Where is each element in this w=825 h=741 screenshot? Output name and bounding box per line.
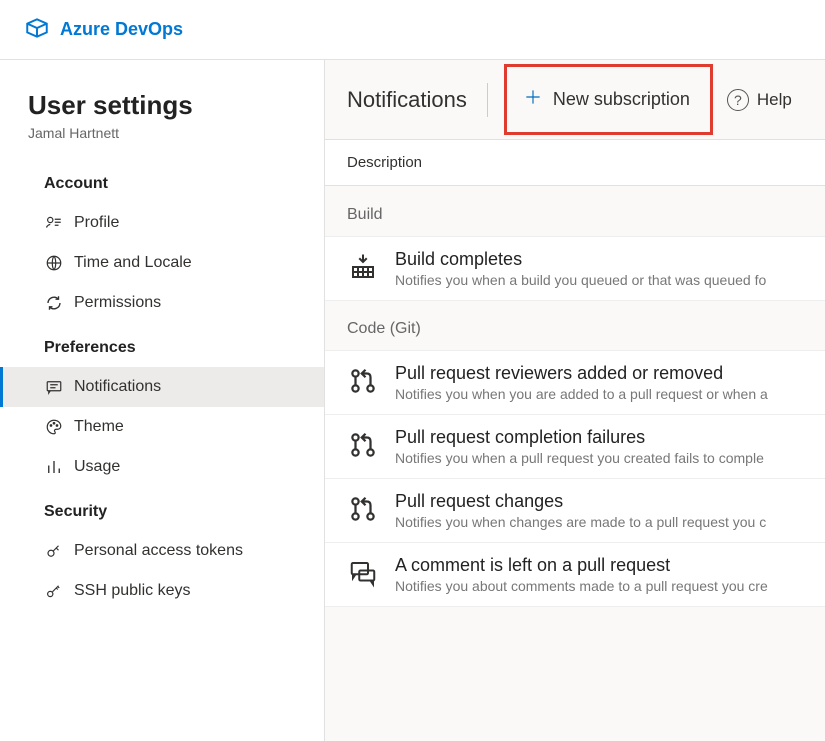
notification-desc: Notifies you when a pull request you cre… <box>395 450 764 466</box>
notification-row[interactable]: Pull request completion failures Notifie… <box>325 414 825 479</box>
sidebar-item-usage[interactable]: Usage <box>0 447 324 487</box>
pull-request-icon <box>347 429 379 461</box>
notification-row[interactable]: A comment is left on a pull request Noti… <box>325 542 825 607</box>
sidebar-item-label: Theme <box>74 418 124 436</box>
palette-icon <box>44 417 64 437</box>
plus-icon <box>523 87 543 112</box>
notification-title: Pull request reviewers added or removed <box>395 363 768 384</box>
notification-row[interactable]: Build completes Notifies you when a buil… <box>325 236 825 301</box>
key-icon <box>44 541 64 561</box>
notification-desc: Notifies you when you are added to a pul… <box>395 386 768 402</box>
description-column-header: Description <box>325 140 825 186</box>
globe-icon <box>44 253 64 273</box>
build-icon <box>347 251 379 283</box>
sidebar-item-label: Usage <box>74 458 120 476</box>
notifications-list: Build Build completes Notifies you when … <box>325 186 825 741</box>
sidebar-item-pat[interactable]: Personal access tokens <box>0 531 324 571</box>
notification-row[interactable]: Pull request changes Notifies you when c… <box>325 478 825 543</box>
sidebar-item-permissions[interactable]: Permissions <box>0 283 324 323</box>
sidebar-item-label: SSH public keys <box>74 582 191 600</box>
chat-icon <box>44 377 64 397</box>
new-subscription-label: New subscription <box>553 89 690 110</box>
sidebar-item-label: Notifications <box>74 378 161 396</box>
sidebar: User settings Jamal Hartnett Account Pro… <box>0 60 325 741</box>
profile-icon <box>44 213 64 233</box>
notification-title: A comment is left on a pull request <box>395 555 768 576</box>
new-subscription-button[interactable]: New subscription <box>511 81 702 118</box>
sidebar-item-label: Profile <box>74 214 119 232</box>
bar-chart-icon <box>44 457 64 477</box>
azure-devops-logo-icon <box>24 15 50 44</box>
refresh-icon <box>44 293 64 313</box>
toolbar: Notifications New subscription ? Help <box>325 60 825 140</box>
sidebar-item-label: Permissions <box>74 294 161 312</box>
notification-row[interactable]: Pull request reviewers added or removed … <box>325 350 825 415</box>
sidebar-item-theme[interactable]: Theme <box>0 407 324 447</box>
notification-title: Build completes <box>395 249 766 270</box>
sidebar-item-notifications[interactable]: Notifications <box>0 367 324 407</box>
sidebar-item-ssh[interactable]: SSH public keys <box>0 571 324 611</box>
notification-title: Pull request completion failures <box>395 427 764 448</box>
sidebar-item-label: Personal access tokens <box>74 542 243 560</box>
comment-icon <box>347 557 379 589</box>
toolbar-divider <box>487 83 488 117</box>
pull-request-icon <box>347 365 379 397</box>
section-label-security: Security <box>0 487 324 531</box>
help-label: Help <box>757 90 792 110</box>
topbar: Azure DevOps <box>0 0 825 60</box>
notification-desc: Notifies you when changes are made to a … <box>395 514 766 530</box>
help-button[interactable]: ? Help <box>727 89 792 111</box>
ssh-key-icon <box>44 581 64 601</box>
notification-desc: Notifies you when a build you queued or … <box>395 272 766 288</box>
help-icon: ? <box>727 89 749 111</box>
group-label-build: Build <box>325 186 825 236</box>
sidebar-item-time-locale[interactable]: Time and Locale <box>0 243 324 283</box>
toolbar-title: Notifications <box>347 87 467 113</box>
highlight-annotation: New subscription <box>504 64 713 135</box>
sidebar-item-label: Time and Locale <box>74 254 192 272</box>
notification-title: Pull request changes <box>395 491 766 512</box>
group-label-code-git: Code (Git) <box>325 300 825 350</box>
page-title: User settings <box>28 90 296 121</box>
main-panel: Notifications New subscription ? Help De… <box>325 60 825 741</box>
notification-desc: Notifies you about comments made to a pu… <box>395 578 768 594</box>
section-label-preferences: Preferences <box>0 323 324 367</box>
section-label-account: Account <box>0 159 324 203</box>
pull-request-icon <box>347 493 379 525</box>
user-name: Jamal Hartnett <box>28 125 296 141</box>
sidebar-item-profile[interactable]: Profile <box>0 203 324 243</box>
brand-label[interactable]: Azure DevOps <box>60 19 183 40</box>
